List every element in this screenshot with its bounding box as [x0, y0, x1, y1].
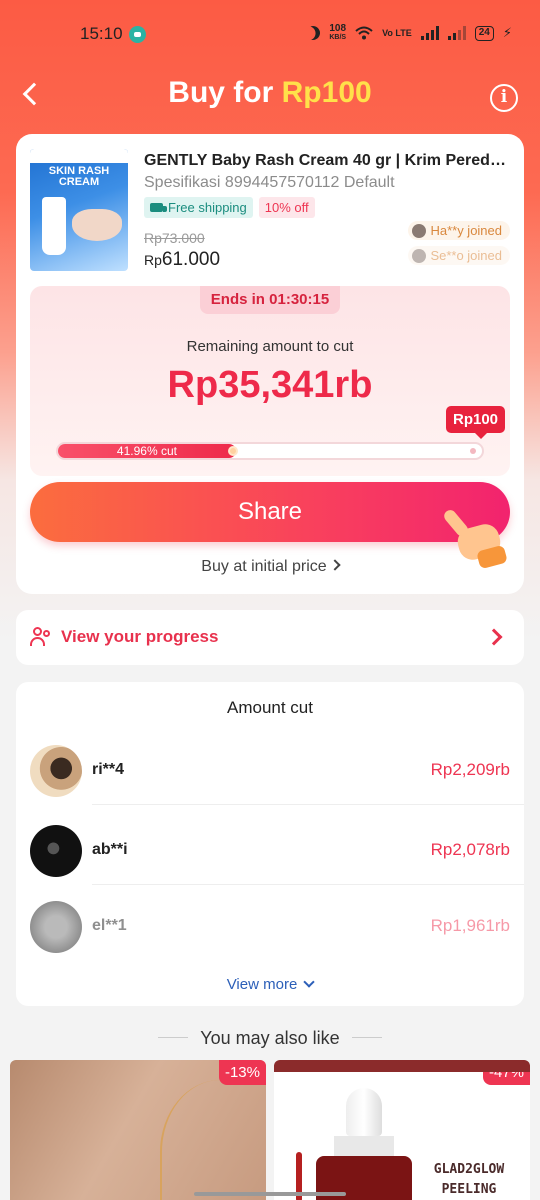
home-indicator[interactable]: [194, 1192, 346, 1196]
cut-progress-bar: 41.96% cut: [56, 442, 484, 460]
user-name: ab**i: [92, 841, 128, 858]
avatar: [412, 223, 427, 238]
remaining-label: Remaining amount to cut: [186, 338, 354, 355]
progress-end-dot: [470, 448, 476, 454]
list-item: ab**i Rp2,078rb: [16, 820, 524, 885]
buy-initial-price-link[interactable]: Buy at initial price: [16, 558, 524, 576]
page-title: Buy for Rp100: [0, 76, 540, 110]
signal-icon-sim2: [447, 26, 466, 40]
wifi-icon: [355, 26, 373, 40]
moon-icon: [304, 23, 323, 42]
page-title-prefix: Buy for: [168, 76, 282, 109]
signal-icon: [420, 26, 439, 40]
user-name: ri**4: [92, 761, 125, 778]
joined-pill: Se**o joined: [408, 246, 510, 265]
product-spec: Spesifikasi 8994457570112 Default: [144, 174, 395, 191]
user-name: el**1: [92, 917, 127, 934]
countdown-timer: Ends in 01:30:15: [200, 286, 340, 314]
recommended-product-tile[interactable]: GLAD2GLOW PEELING SOLUTION -47%: [274, 1060, 530, 1200]
free-shipping-badge: Free shipping: [144, 197, 253, 218]
original-price: Rp73.000: [144, 230, 205, 246]
cut-progress-fill: 41.96% cut: [58, 444, 238, 458]
network-speed: 108 KB/S: [329, 23, 347, 42]
users-icon: [30, 627, 52, 647]
page-title-price: Rp100: [281, 76, 372, 109]
cut-amount: Rp1,961rb: [430, 916, 510, 935]
recommendations-title: You may also like: [0, 1028, 540, 1049]
view-more-button[interactable]: View more: [16, 976, 524, 993]
amount-cut-title: Amount cut: [227, 698, 313, 717]
product-image-baby: [72, 209, 122, 241]
product-image-title: SKIN RASH CREAM: [48, 165, 110, 188]
share-button[interactable]: Share: [30, 482, 510, 542]
cut-amount: Rp2,078rb: [430, 840, 510, 859]
cut-progress-box: Ends in 01:30:15 Remaining amount to cut…: [30, 286, 510, 476]
chat-notification-icon: [129, 26, 146, 43]
recommended-product-tile[interactable]: -13%: [10, 1060, 266, 1200]
dropper-neck: [334, 1136, 394, 1158]
avatar: [30, 745, 82, 797]
volte-indicator: Vo LTE: [382, 27, 412, 38]
chevron-right-icon: [329, 559, 341, 571]
product-badges: Free shipping 10% off: [144, 197, 315, 218]
discount-tag: -13%: [218, 1060, 266, 1085]
product-image[interactable]: SKIN RASH CREAM: [30, 149, 128, 271]
list-item: ri**4 Rp2,209rb: [16, 740, 524, 805]
chevron-right-icon: [485, 628, 503, 646]
avatar: [412, 248, 427, 263]
discount-tag: -47%: [482, 1072, 530, 1085]
product-cut-card: SKIN RASH CREAM GENTLY Baby Rash Cream 4…: [16, 134, 524, 594]
avatar: [30, 825, 82, 877]
page-header: Buy for Rp100 i: [0, 66, 540, 124]
target-price-tag: Rp100: [446, 406, 506, 439]
product-tube: [42, 197, 66, 255]
chevron-down-icon: [303, 976, 315, 988]
amount-cut-card: Amount cut ri**4 Rp2,209rb ab**i Rp2,078…: [16, 682, 524, 1006]
product-image-band: [30, 149, 128, 163]
product-title[interactable]: GENTLY Baby Rash Cream 40 gr | Krim Pere…: [144, 152, 514, 170]
view-progress-row[interactable]: View your progress: [16, 610, 524, 665]
battery-icon: 24: [474, 25, 494, 41]
status-time: 15:10: [80, 24, 123, 43]
current-price: Rp61.000: [144, 249, 221, 270]
truck-icon: [150, 203, 167, 212]
joined-list: Ha**y joined Se**o joined: [408, 221, 510, 265]
status-bar: 15:10 108 KB/S Vo LTE 24 ⚡: [0, 0, 540, 66]
view-progress-label: View your progress: [61, 627, 219, 646]
status-icons: 108 KB/S Vo LTE 24 ⚡: [306, 24, 512, 42]
info-icon[interactable]: i: [490, 84, 518, 112]
remaining-amount: Rp35,341rb: [167, 364, 373, 406]
dropper-cap: [346, 1088, 382, 1136]
product-image-necklace: [160, 1080, 260, 1200]
list-item: el**1 Rp1,961rb: [16, 896, 524, 956]
divider: [92, 804, 524, 805]
product-brand-text: GLAD2GLOW PEELING SOLUTION: [433, 1162, 505, 1197]
progress-glow-dot: [227, 446, 238, 456]
charging-icon: ⚡: [502, 25, 512, 40]
discount-badge: 10% off: [258, 197, 315, 218]
cut-amount: Rp2,209rb: [430, 760, 510, 779]
avatar: [30, 901, 82, 953]
divider: [92, 884, 524, 885]
joined-pill: Ha**y joined: [408, 221, 510, 240]
